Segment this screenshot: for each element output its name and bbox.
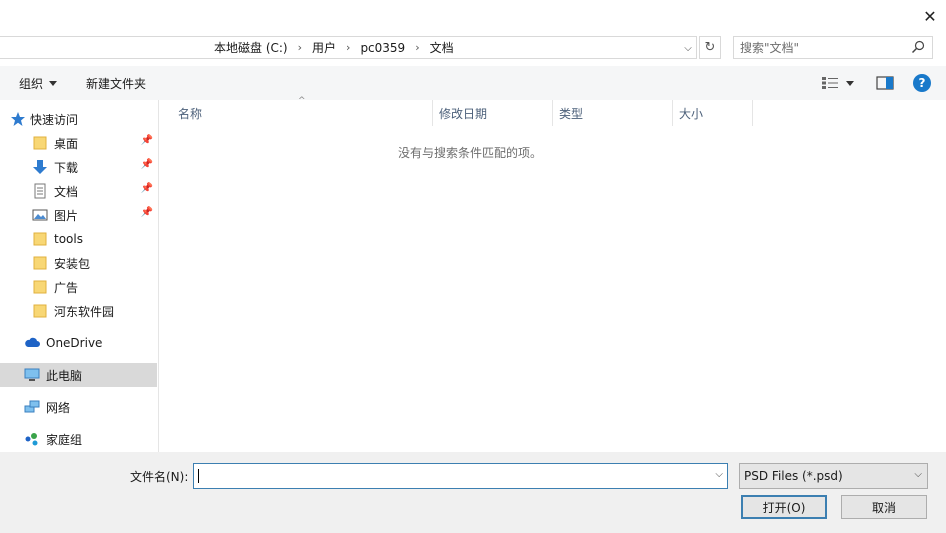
help-icon[interactable]: ? — [913, 74, 931, 92]
cloud-icon — [25, 337, 40, 347]
nav-label: 网络 — [46, 400, 71, 415]
chevron-right-icon[interactable]: › — [292, 41, 308, 54]
column-header-name[interactable]: 名称 — [178, 100, 432, 126]
column-header-size[interactable]: 大小 — [679, 100, 751, 126]
chevron-right-icon[interactable]: › — [340, 41, 356, 54]
column-header-modified[interactable]: 修改日期 — [439, 100, 551, 126]
preview-pane-icon[interactable] — [876, 75, 894, 91]
organize-button[interactable]: 组织 — [19, 75, 58, 91]
details-view-icon — [822, 77, 838, 89]
filetype-value: PSD Files (*.psd) — [744, 469, 843, 483]
pin-icon[interactable]: 📌 — [141, 159, 153, 170]
pin-icon[interactable]: 📌 — [141, 207, 153, 218]
column-divider[interactable] — [672, 100, 673, 126]
nav-network[interactable]: 网络 — [0, 395, 157, 419]
change-view-button[interactable] — [822, 74, 860, 92]
nav-item-pictures[interactable]: 图片 📌 — [0, 203, 157, 227]
caret-down-icon — [846, 80, 854, 86]
address-bar[interactable]: 本地磁盘 (C:) › 用户 › pc0359 › 文档 — [0, 36, 697, 59]
nav-item-hedong[interactable]: 河东软件园 — [0, 299, 157, 323]
column-divider[interactable] — [752, 100, 753, 126]
folder-icon — [33, 232, 47, 246]
nav-label: tools — [54, 232, 83, 246]
nav-label: OneDrive — [46, 336, 103, 350]
close-button[interactable]: ✕ — [914, 0, 946, 32]
computer-icon — [24, 368, 40, 381]
pin-icon[interactable]: 📌 — [141, 183, 153, 194]
chevron-right-icon[interactable]: › — [409, 41, 425, 54]
document-icon — [34, 183, 46, 199]
breadcrumb-item-drive[interactable]: 本地磁盘 (C:) — [210, 39, 292, 56]
nav-label: 桌面 — [54, 136, 79, 151]
network-icon — [24, 400, 40, 413]
close-icon: ✕ — [923, 6, 937, 26]
title-bar — [0, 0, 946, 32]
search-icon[interactable] — [910, 39, 926, 55]
breadcrumb-item-user[interactable]: pc0359 — [356, 41, 409, 55]
new-folder-button[interactable]: 新建文件夹 — [86, 75, 146, 91]
filename-input[interactable] — [197, 468, 702, 484]
nav-label: 此电脑 — [46, 368, 83, 383]
picture-icon — [32, 209, 48, 221]
chevron-down-icon[interactable]: ⌵ — [715, 469, 723, 480]
folder-icon — [33, 256, 47, 270]
nav-label: 广告 — [54, 280, 79, 295]
breadcrumb: 本地磁盘 (C:) › 用户 › pc0359 › 文档 — [210, 37, 458, 58]
address-history-dropdown[interactable]: ⌵ — [681, 40, 695, 56]
chevron-down-icon: ⌵ — [914, 469, 922, 480]
chevron-down-icon: ⌵ — [684, 42, 692, 54]
filetype-select[interactable]: PSD Files (*.psd) ⌵ — [739, 463, 928, 489]
nav-homegroup[interactable]: 家庭组 — [0, 427, 157, 451]
nav-item-downloads[interactable]: 下载 📌 — [0, 155, 157, 179]
filename-combobox[interactable]: ⌵ — [193, 463, 728, 489]
nav-label: 文档 — [54, 184, 79, 199]
star-icon — [11, 112, 25, 126]
nav-item-tools[interactable]: tools — [0, 227, 157, 251]
folder-icon — [33, 304, 47, 318]
column-header-type[interactable]: 类型 — [559, 100, 671, 126]
column-divider[interactable] — [552, 100, 553, 126]
nav-label: 下载 — [54, 160, 79, 175]
nav-label: 安装包 — [54, 256, 91, 271]
empty-message: 没有与搜索条件匹配的项。 — [397, 146, 542, 160]
folder-icon — [33, 136, 47, 150]
nav-label: 图片 — [54, 208, 79, 223]
nav-item-desktop[interactable]: 桌面 📌 — [0, 131, 157, 155]
breadcrumb-item-users[interactable]: 用户 — [308, 39, 340, 56]
open-button[interactable]: 打开(O) — [741, 495, 827, 519]
search-input[interactable] — [740, 40, 905, 55]
caret-down-icon — [49, 80, 58, 86]
navigation-pane: 快速访问 桌面 📌 下载 📌 文档 📌 图片 📌 tools 安装包 广告 河东… — [0, 100, 159, 452]
nav-item-documents[interactable]: 文档 📌 — [0, 179, 157, 203]
pin-icon[interactable]: 📌 — [141, 135, 153, 146]
nav-label: 河东软件园 — [54, 304, 115, 319]
nav-this-pc[interactable]: 此电脑 — [0, 363, 157, 387]
homegroup-icon — [25, 433, 38, 446]
column-divider[interactable] — [432, 100, 433, 126]
nav-item-installers[interactable]: 安装包 — [0, 251, 157, 275]
organize-label: 组织 — [19, 76, 44, 91]
breadcrumb-item-documents[interactable]: 文档 — [426, 39, 458, 56]
nav-label: 快速访问 — [30, 112, 79, 127]
refresh-icon: ↻ — [704, 40, 716, 55]
nav-label: 家庭组 — [46, 432, 83, 447]
download-icon — [33, 160, 47, 174]
nav-quick-access[interactable]: 快速访问 — [0, 107, 157, 131]
nav-onedrive[interactable]: OneDrive — [0, 331, 157, 355]
cancel-button[interactable]: 取消 — [841, 495, 927, 519]
search-box[interactable] — [733, 36, 933, 59]
nav-item-ads[interactable]: 广告 — [0, 275, 157, 299]
text-caret — [198, 469, 199, 483]
filename-label: 文件名(N): — [130, 470, 189, 484]
folder-icon — [33, 280, 47, 294]
refresh-button[interactable]: ↻ — [699, 36, 721, 59]
